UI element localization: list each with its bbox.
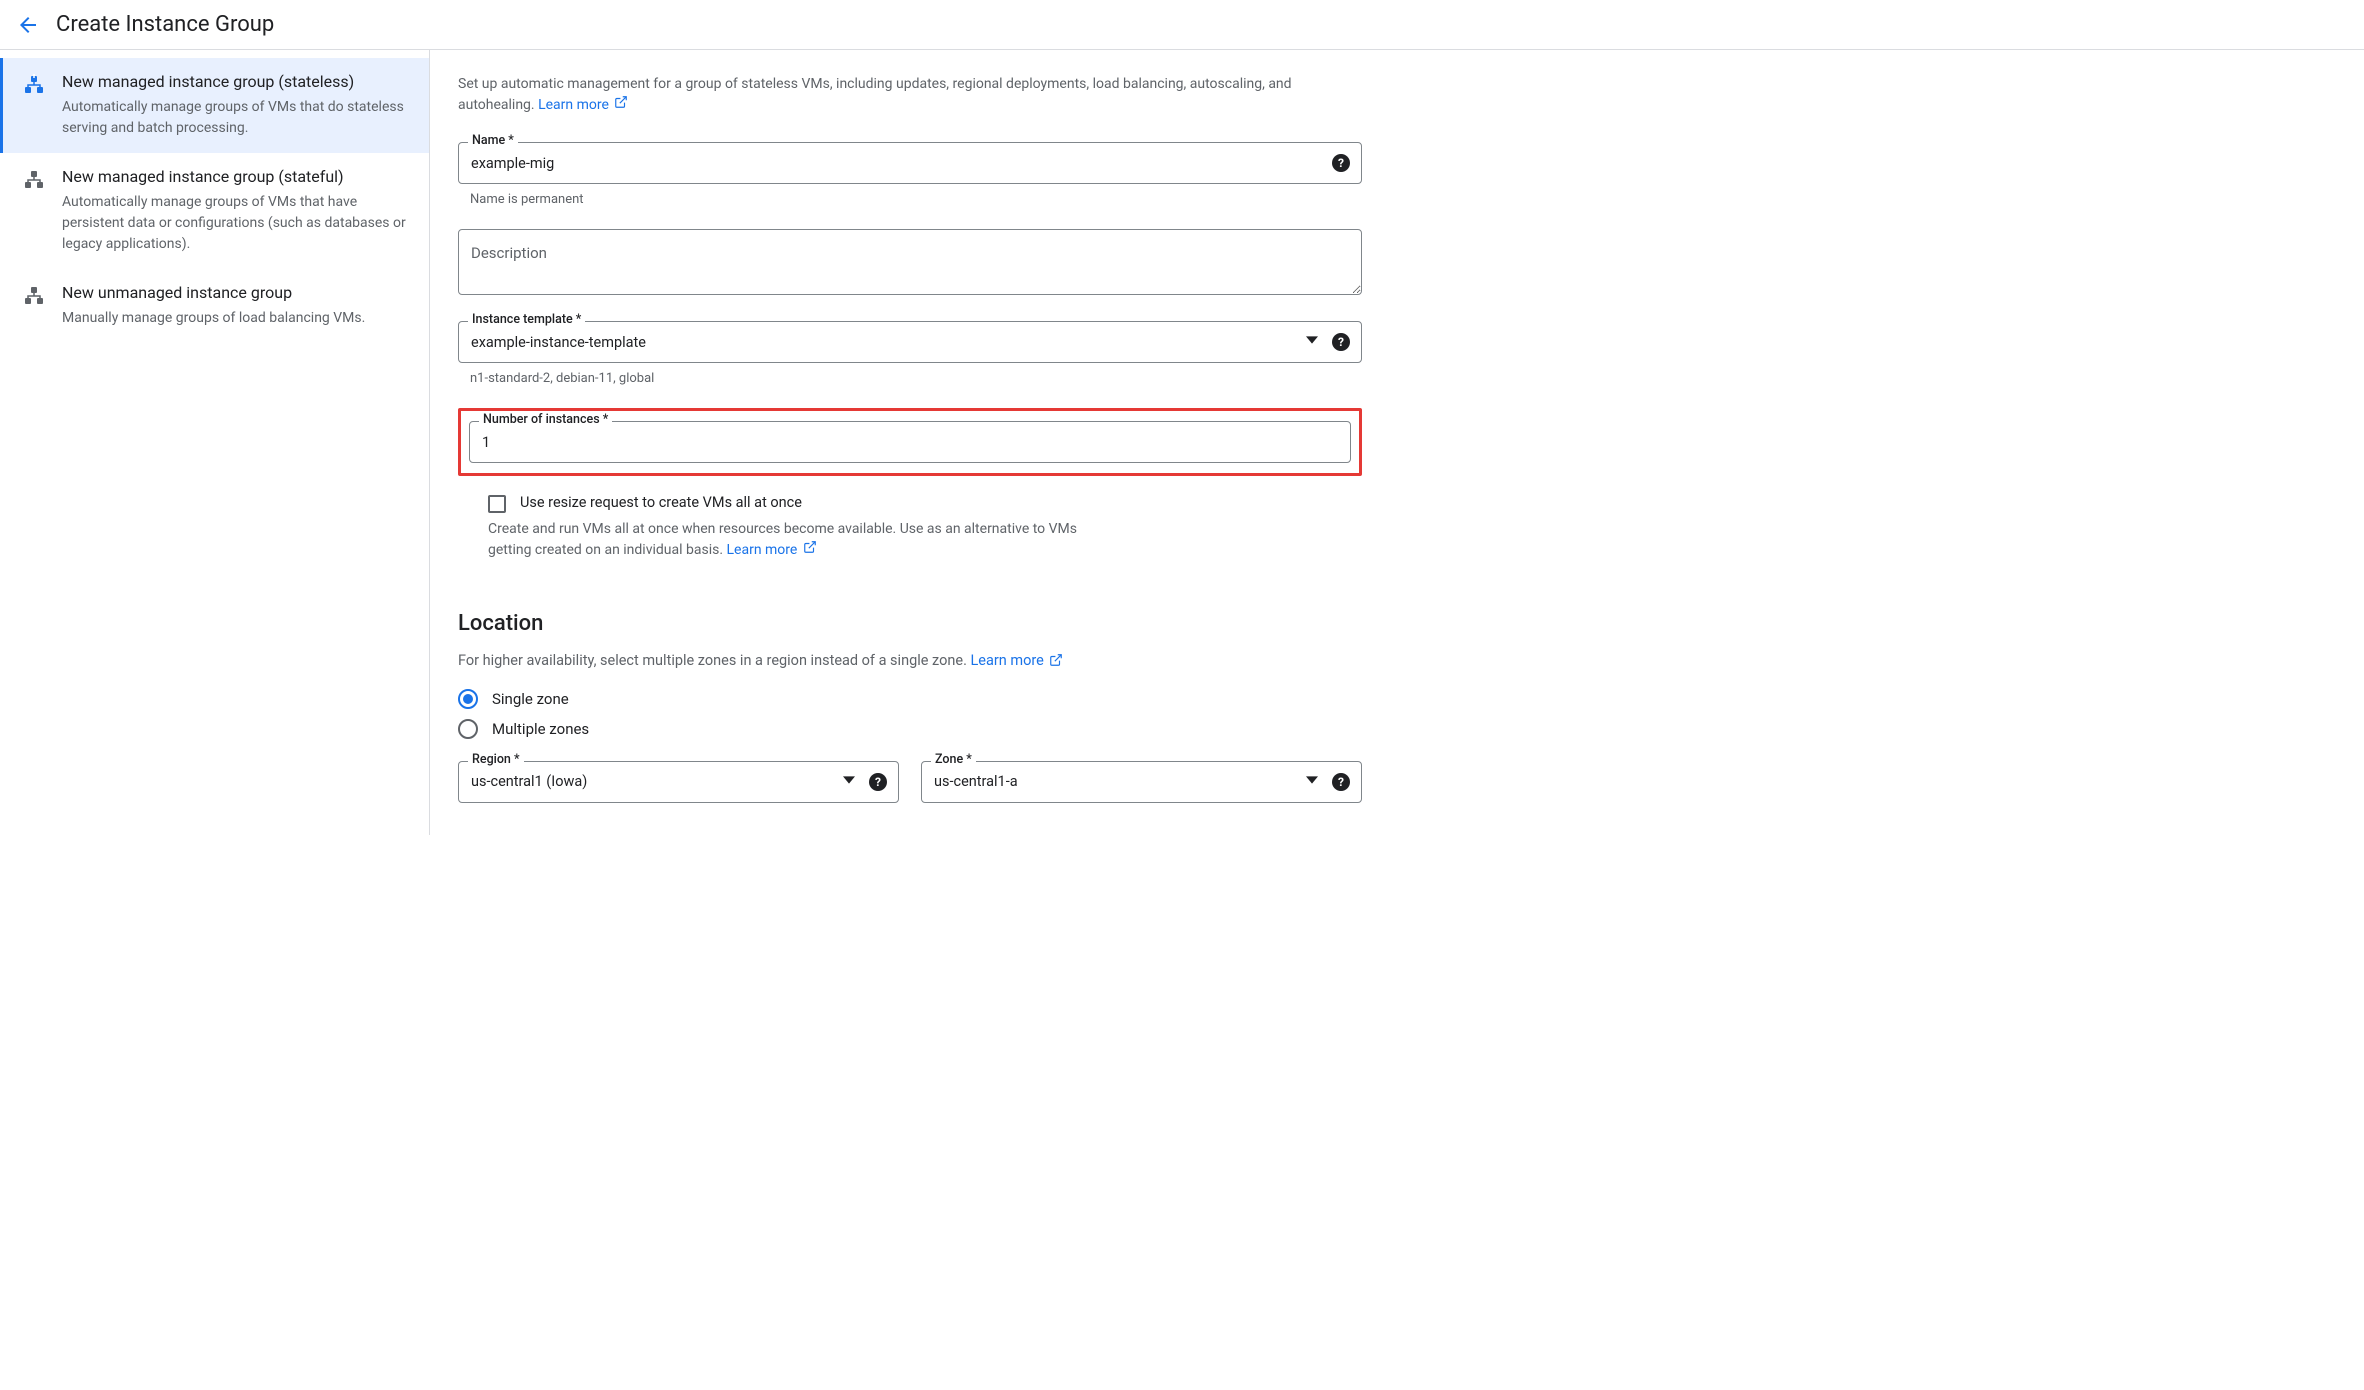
sidebar-item-title: New unmanaged instance group — [62, 283, 365, 302]
location-intro-body: For higher availability, select multiple… — [458, 652, 971, 669]
name-field: Name * ? — [458, 142, 1362, 184]
zone-radio-group: Single zone Multiple zones — [458, 689, 1362, 739]
zone-label: Zone * — [931, 752, 976, 767]
description-input[interactable] — [458, 229, 1362, 295]
sidebar-item-title: New managed instance group (stateless) — [62, 72, 409, 91]
name-label: Name * — [468, 133, 518, 148]
instance-group-icon — [22, 74, 46, 98]
number-of-instances-field: Number of instances * — [469, 421, 1351, 463]
back-arrow-icon[interactable] — [16, 13, 40, 37]
region-select[interactable] — [458, 761, 899, 803]
region-label: Region * — [468, 752, 524, 767]
help-icon[interactable]: ? — [1332, 154, 1350, 172]
help-icon[interactable]: ? — [1332, 333, 1350, 351]
sidebar-item-desc: Automatically manage groups of VMs that … — [62, 97, 409, 139]
external-link-icon — [614, 97, 628, 113]
radio-single-zone[interactable]: Single zone — [458, 689, 1362, 709]
radio-input[interactable] — [458, 719, 478, 739]
number-of-instances-label: Number of instances * — [479, 412, 612, 427]
resize-request-checkbox[interactable] — [488, 495, 506, 513]
external-link-icon — [803, 542, 817, 558]
radio-label: Multiple zones — [492, 720, 589, 738]
sidebar-item-desc: Manually manage groups of load balancing… — [62, 308, 365, 329]
region-field: Region * ? — [458, 761, 899, 803]
learn-more-link[interactable]: Learn more — [727, 542, 798, 558]
resize-request-desc: Create and run VMs all at once when reso… — [458, 519, 1098, 561]
number-of-instances-input[interactable] — [469, 421, 1351, 463]
location-intro: For higher availability, select multiple… — [458, 652, 1362, 670]
highlighted-region: Number of instances * — [458, 408, 1362, 476]
radio-multiple-zones[interactable]: Multiple zones — [458, 719, 1362, 739]
zone-select[interactable] — [921, 761, 1362, 803]
instance-template-label: Instance template * — [468, 312, 585, 327]
location-heading: Location — [458, 611, 1362, 636]
page-header: Create Instance Group — [0, 0, 2364, 50]
help-icon[interactable]: ? — [869, 773, 887, 791]
help-icon[interactable]: ? — [1332, 773, 1350, 791]
zone-field: Zone * ? — [921, 761, 1362, 803]
sidebar-item-unmanaged[interactable]: New unmanaged instance group Manually ma… — [0, 269, 429, 343]
main-form: Set up automatic management for a group … — [430, 50, 1390, 835]
intro-text: Set up automatic management for a group … — [458, 74, 1362, 116]
name-input[interactable] — [458, 142, 1362, 184]
instance-group-icon — [22, 285, 46, 309]
learn-more-link[interactable]: Learn more — [971, 652, 1044, 669]
page-title: Create Instance Group — [56, 12, 274, 37]
sidebar-item-title: New managed instance group (stateful) — [62, 167, 409, 186]
instance-template-select[interactable] — [458, 321, 1362, 363]
external-link-icon — [1049, 654, 1063, 671]
sidebar: New managed instance group (stateless) A… — [0, 50, 430, 835]
sidebar-item-stateless[interactable]: New managed instance group (stateless) A… — [0, 58, 429, 153]
resize-request-label: Use resize request to create VMs all at … — [520, 494, 802, 511]
name-helper: Name is permanent — [470, 192, 1362, 207]
instance-template-field: Instance template * ? — [458, 321, 1362, 363]
learn-more-link[interactable]: Learn more — [538, 97, 609, 113]
resize-request-row[interactable]: Use resize request to create VMs all at … — [458, 494, 1362, 513]
radio-input[interactable] — [458, 689, 478, 709]
description-field — [458, 229, 1362, 299]
sidebar-item-desc: Automatically manage groups of VMs that … — [62, 192, 409, 255]
instance-template-helper: n1-standard-2, debian-11, global — [470, 371, 1362, 386]
instance-group-icon — [22, 169, 46, 193]
sidebar-item-stateful[interactable]: New managed instance group (stateful) Au… — [0, 153, 429, 269]
radio-label: Single zone — [492, 690, 569, 708]
